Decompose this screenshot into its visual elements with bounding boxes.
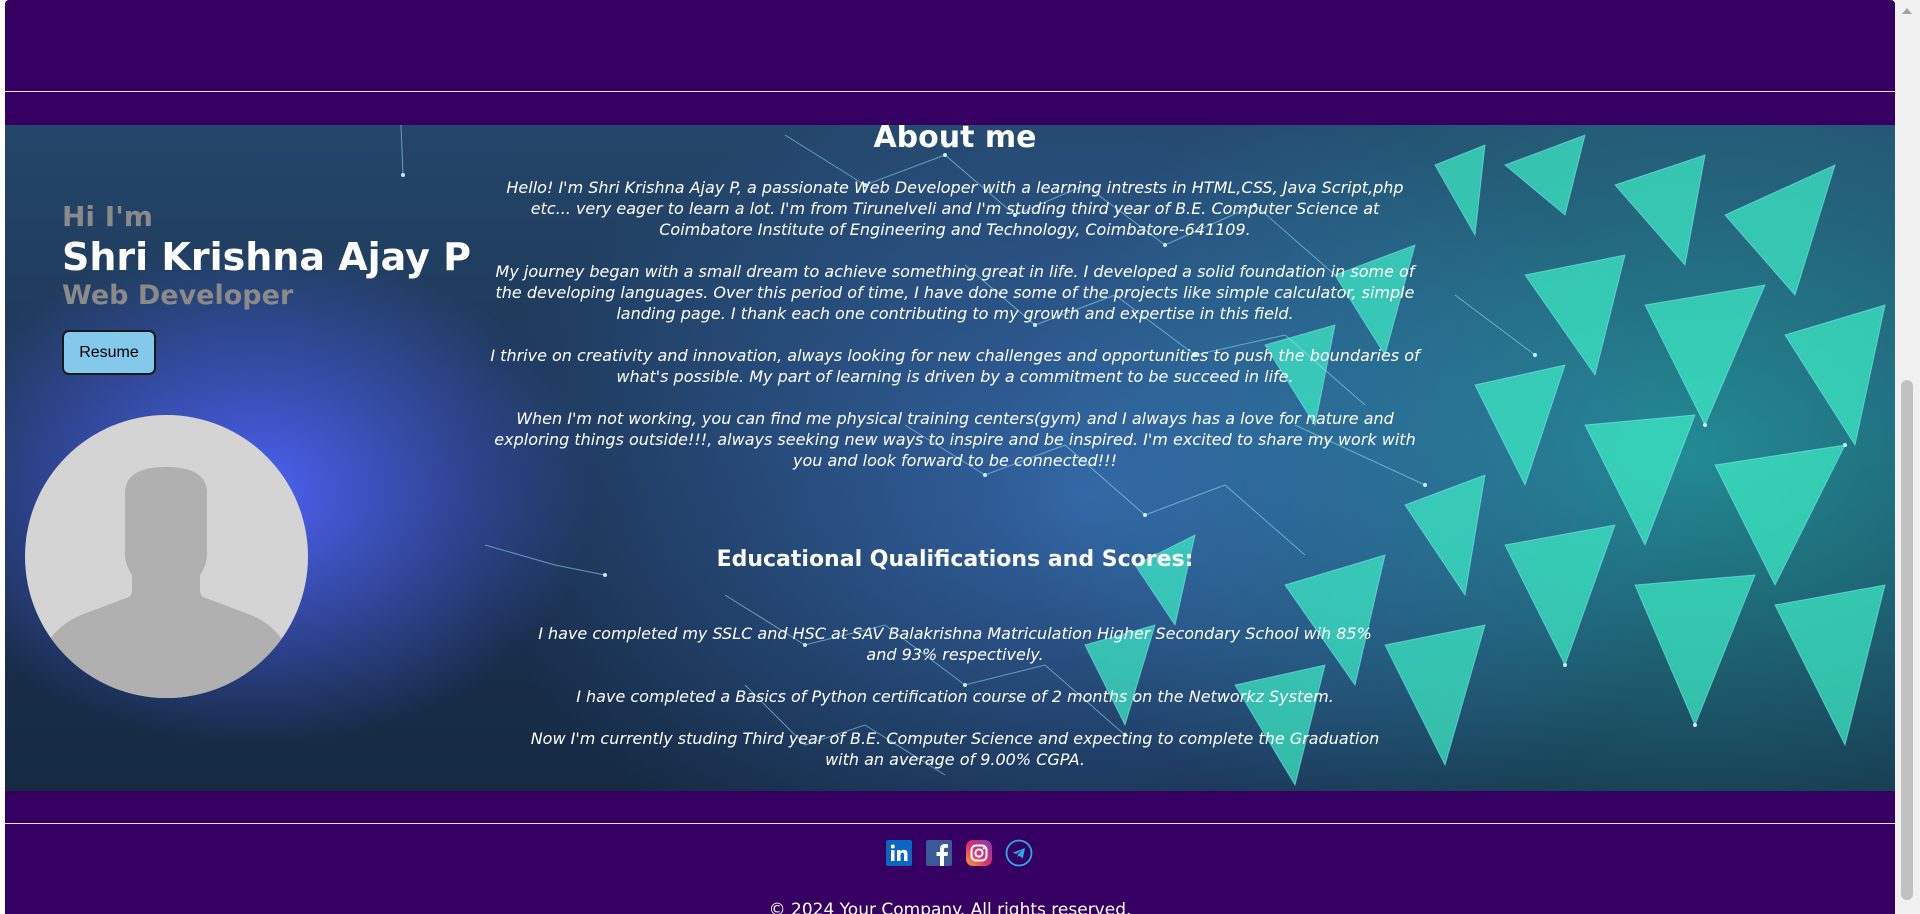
copyright-text: © 2024 Your Company. All rights reserved… [768, 900, 1132, 914]
education-item: Now I'm currently studing Third year of … [530, 729, 1380, 769]
footer-divider [5, 823, 1895, 824]
education-heading: Educational Qualifications and Scores: [716, 547, 1194, 572]
user-silhouette-icon [45, 467, 287, 698]
about-paragraph: I thrive on creativity and innovation, a… [490, 346, 1420, 386]
developer-role: Web Developer [62, 280, 294, 311]
instagram-icon[interactable] [965, 839, 993, 867]
scrollbar-thumb[interactable] [1901, 380, 1913, 900]
vertical-scrollbar[interactable] [1895, 0, 1920, 914]
page-frame: Hi I'm Shri Krishna Ajay P Web Developer… [5, 0, 1895, 914]
education-text: I have completed my SSLC and HSC at SAV … [525, 623, 1385, 791]
hero-section: Hi I'm Shri Krishna Ajay P Web Developer… [5, 125, 1895, 791]
intro-block: Hi I'm Shri Krishna Ajay P Web Developer [62, 200, 471, 312]
facebook-icon[interactable] [925, 839, 953, 867]
header-divider [5, 91, 1895, 92]
about-paragraph: My journey began with a small dream to a… [495, 262, 1415, 323]
greeting-text: Hi I'm [62, 200, 153, 233]
linkedin-icon[interactable] [885, 839, 913, 867]
about-paragraph: When I'm not working, you can find me ph… [494, 409, 1416, 470]
top-navbar [5, 0, 1895, 91]
telegram-icon[interactable] [1005, 839, 1033, 867]
developer-name: Shri Krishna Ajay P [62, 235, 471, 279]
resume-button[interactable]: Resume [62, 330, 156, 375]
about-paragraph: Hello! I'm Shri Krishna Ajay P, a passio… [506, 178, 1404, 239]
about-heading: About me [873, 125, 1037, 155]
scroll-up-arrow-icon[interactable] [1902, 8, 1912, 14]
about-text: Hello! I'm Shri Krishna Ajay P, a passio… [485, 177, 1425, 492]
education-item: I have completed a Basics of Python cert… [576, 687, 1334, 706]
education-item: I have completed my SSLC and HSC at SAV … [538, 624, 1372, 664]
profile-avatar [25, 415, 308, 698]
social-links [885, 838, 1033, 868]
